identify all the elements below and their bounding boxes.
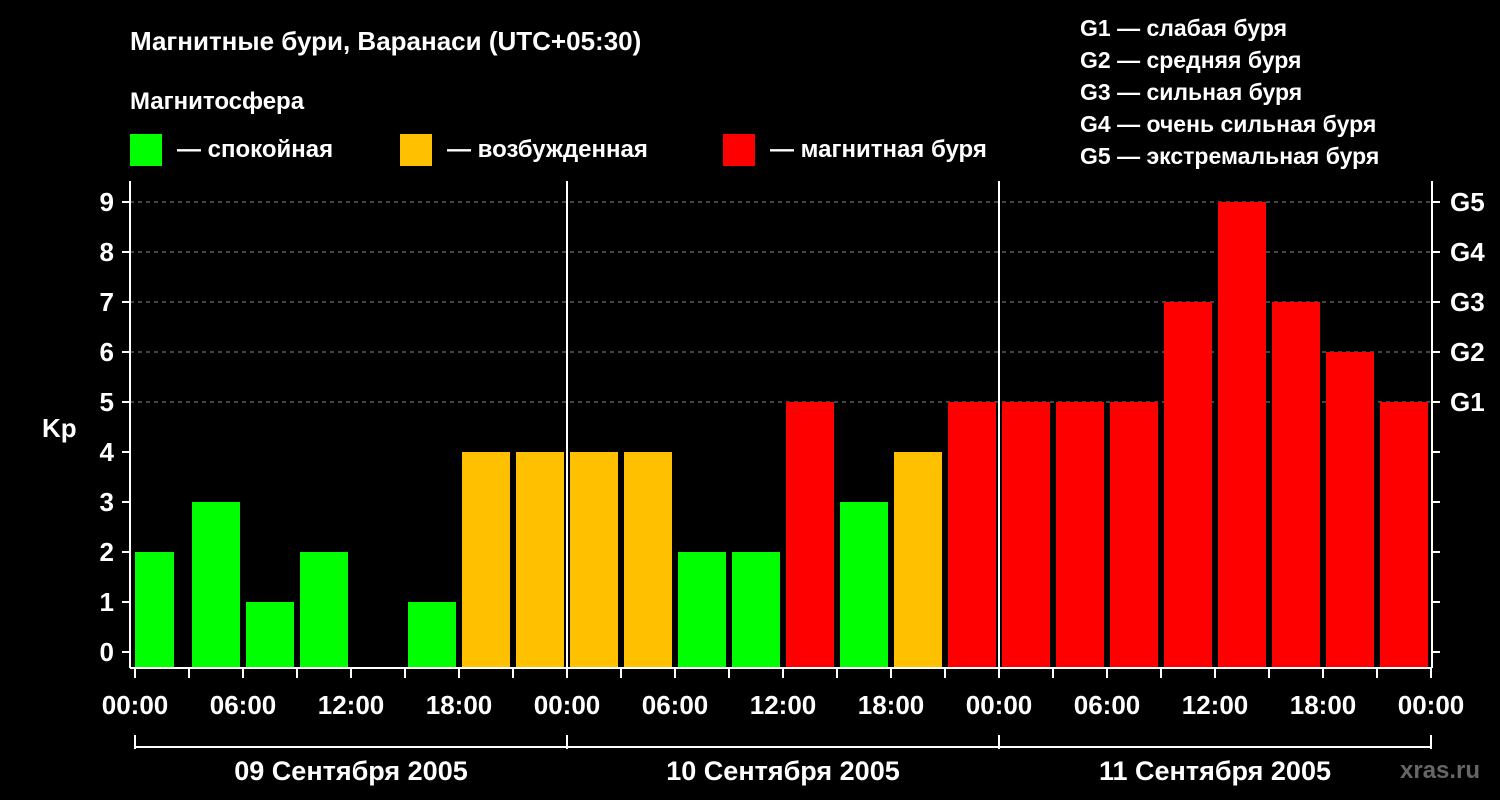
date-label-2: 11 Сентября 2005 [1099,756,1331,786]
x-tick-label-1: 06:00 [210,690,277,720]
x-tick-label-3: 18:00 [426,690,493,720]
x-tick-label-6: 12:00 [750,690,817,720]
y-tick-label-4: 4 [100,437,115,467]
x-tick-label-4: 00:00 [534,690,601,720]
kp-bar-0 [135,552,174,668]
kp-bar-19 [1164,302,1212,668]
x-tick-label-2: 12:00 [318,690,385,720]
x-tick-label-5: 06:00 [642,690,709,720]
kp-bar-12 [786,402,834,668]
x-tick-label-7: 18:00 [858,690,925,720]
kp-bar-11 [732,552,780,668]
g-legend-item-1: G1 — слабая буря [1080,15,1287,41]
legend-label-2: — магнитная буря [770,136,987,163]
legend-label-1: — возбужденная [447,136,648,163]
kp-bar-6 [462,452,510,668]
kp-bar-5 [408,602,456,668]
y-tick-label-6: 6 [100,337,114,367]
kp-bar-21 [1272,302,1320,668]
kp-bar-23 [1380,402,1428,668]
legend-swatch-1 [400,134,432,166]
kp-bar-14 [894,452,942,668]
date-label-0: 09 Сентября 2005 [234,756,467,786]
y-tick-label-0: 0 [100,637,114,667]
y-tick-label-7: 7 [100,287,114,317]
kp-bar-7 [516,452,564,668]
y-tick-label-9: 9 [100,187,114,217]
y-tick-label-5: 5 [100,387,114,417]
right-tick-label-G2: G2 [1450,337,1485,367]
kp-bar-9 [624,452,672,668]
y-tick-label-2: 2 [100,537,114,567]
g-legend-item-4: G4 — очень сильная буря [1080,111,1376,137]
right-tick-label-G1: G1 [1450,387,1485,417]
y-tick-label-3: 3 [100,487,114,517]
kp-bar-15 [948,402,996,668]
kp-bar-2 [246,602,294,668]
right-tick-label-G4: G4 [1450,237,1485,267]
kp-bar-20 [1218,202,1266,668]
kp-bar-16 [1002,402,1050,668]
right-tick-label-G3: G3 [1450,287,1485,317]
y-tick-label-1: 1 [100,587,114,617]
x-tick-label-11: 18:00 [1290,690,1357,720]
g-scale-legend: G1 — слабая буря G2 — средняя буря G3 — си… [1080,15,1379,169]
legend-title: Магнитосфера [130,88,305,115]
kp-bar-22 [1326,352,1374,668]
g-legend-item-3: G3 — сильная буря [1080,79,1302,105]
kp-bar-10 [678,552,726,668]
kp-bar-13 [840,502,888,668]
x-tick-label-10: 12:00 [1182,690,1249,720]
x-tick-label-12: 00:00 [1398,690,1465,720]
legend: — спокойная — возбужденная — магнитная бур… [130,134,987,166]
g-legend-item-5: G5 — экстремальная буря [1080,143,1379,169]
kp-bar-18 [1110,402,1158,668]
g-legend-item-2: G2 — средняя буря [1080,47,1301,73]
legend-label-0: — спокойная [177,136,333,163]
kp-bar-17 [1056,402,1104,668]
kp-chart: Магнитные бури, Варанаси (UTC+05:30) Маг… [42,15,1485,786]
plot-area: 0 1 2 3 4 5 6 7 8 9 G1 G2 G3 G4 G5 00:00 06:00 12:00 18:00… [100,181,1485,786]
kp-bar-8 [570,452,618,668]
legend-swatch-0 [130,134,162,166]
x-tick-label-0: 00:00 [102,690,169,720]
chart-title: Магнитные бури, Варанаси (UTC+05:30) [130,26,641,56]
legend-swatch-2 [723,134,755,166]
watermark: xras.ru [1400,757,1480,784]
x-tick-label-9: 06:00 [1074,690,1141,720]
date-label-1: 10 Сентября 2005 [666,756,899,786]
x-tick-label-8: 00:00 [966,690,1033,720]
kp-bar-3 [300,552,348,668]
kp-bar-1 [192,502,240,668]
y-axis-label: Kp [42,413,77,443]
y-tick-label-8: 8 [100,237,114,267]
right-tick-label-G5: G5 [1450,187,1485,217]
